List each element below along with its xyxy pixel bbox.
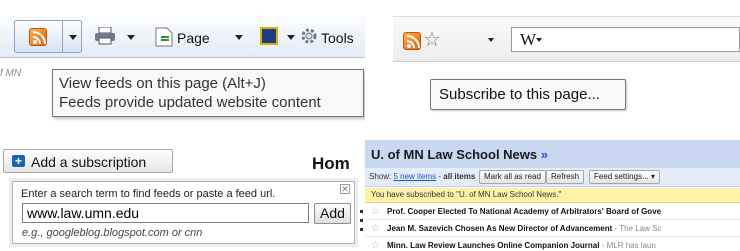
rss-feed-icon <box>29 28 47 46</box>
add-subscription-dialog: Enter a search term to find feeds or pas… <box>12 181 355 244</box>
subscribed-notice-text: You have subscribed to "U. of MN Law Sch… <box>371 190 562 199</box>
add-subscription-label: Add a subscription <box>31 154 147 170</box>
bookmark-star-icon[interactable]: ☆ <box>423 27 441 52</box>
firefox-bar-panel: ☆ W Subscribe to this page... <box>393 0 740 122</box>
mark-all-read-button[interactable]: Mark all as read <box>479 170 546 184</box>
firefox-toolbar: ☆ W <box>393 16 740 62</box>
item-title: Minn. Law Review Launches Online Compani… <box>387 241 600 250</box>
page-menu[interactable]: Page <box>177 30 210 46</box>
chevron-down-icon[interactable] <box>235 35 243 40</box>
subscribe-tooltip: Subscribe to this page... <box>430 79 626 110</box>
example-text: e.g., googleblog.blogspot.com or cnn <box>22 227 203 239</box>
refresh-button[interactable]: Refresh <box>546 170 585 184</box>
feed-header: U. of MN Law School News » <box>365 140 740 168</box>
feed-settings-button[interactable]: Feed settings... ▾ <box>589 170 660 184</box>
safety-icon[interactable] <box>260 27 278 45</box>
home-heading: Hom <box>312 154 350 173</box>
list-item[interactable]: ☆ Prof. Cooper Elected To National Acade… <box>365 204 740 220</box>
item-title: Prof. Cooper Elected To National Academy… <box>387 207 662 216</box>
chevron-down-icon[interactable] <box>287 35 295 40</box>
add-subscription-button[interactable]: + Add a subscription <box>3 149 173 173</box>
feeds-tooltip: View feeds on this page (Alt+J) Feeds pr… <box>52 69 364 117</box>
feed-title[interactable]: U. of MN Law School News » <box>371 147 548 162</box>
feed-title-arrow[interactable]: » <box>541 147 548 162</box>
rss-feed-icon[interactable] <box>403 32 421 50</box>
feed-url-input[interactable]: www.law.umn.edu <box>22 203 309 223</box>
chevron-down-icon[interactable] <box>127 35 135 40</box>
chevron-down-icon[interactable] <box>536 38 542 42</box>
item-title: Jean M. Sazevich Chosen As New Director … <box>387 224 613 233</box>
page-icon <box>155 27 173 47</box>
wikipedia-logo-icon[interactable]: W <box>520 30 536 50</box>
tooltip-line: View feeds on this page (Alt+J) <box>59 75 266 92</box>
star-icon[interactable]: ☆ <box>371 240 380 251</box>
chevron-down-icon: ▾ <box>650 172 655 181</box>
show-all-label[interactable]: all items <box>443 172 475 181</box>
plus-icon: + <box>12 155 25 167</box>
feed-toolbar: Show: 5 new items - all items Mark all a… <box>365 168 740 187</box>
subscribed-notice: You have subscribed to "U. of MN Law Sch… <box>365 188 740 203</box>
printer-icon[interactable] <box>95 26 115 45</box>
add-button[interactable]: Add <box>314 203 351 224</box>
list-item[interactable]: ☆ Jean M. Sazevich Chosen As New Directo… <box>365 221 740 237</box>
close-icon[interactable]: ✕ <box>340 184 350 194</box>
tools-menu[interactable]: Tools <box>321 30 354 46</box>
page-fragment: f MN <box>0 68 22 79</box>
feeds-button[interactable] <box>14 20 82 53</box>
chevron-down-icon[interactable] <box>488 38 494 42</box>
star-icon[interactable]: ☆ <box>371 223 380 234</box>
dialog-hint: Enter a search term to find feeds or pas… <box>21 188 276 200</box>
search-box[interactable]: W <box>511 27 740 52</box>
list-item[interactable]: ☆ Minn. Law Review Launches Online Compa… <box>365 238 740 251</box>
item-snippet: - The Law Sc <box>612 224 662 233</box>
reader-add-panel: + Add a subscription Hom Enter a search … <box>0 140 365 251</box>
star-icon[interactable]: ☆ <box>371 206 380 217</box>
ie-command-bar: Page Tools <box>0 16 365 58</box>
chevron-down-icon[interactable] <box>69 35 77 40</box>
item-snippet: - MLR has laun <box>599 241 656 250</box>
show-filter: Show: 5 new items - all items <box>369 172 476 181</box>
show-new-link[interactable]: 5 new items <box>393 172 436 181</box>
reader-feed-panel: U. of MN Law School News » Show: 5 new i… <box>365 140 740 251</box>
tooltip-line: Feeds provide updated website content <box>59 94 321 111</box>
gear-icon <box>300 27 318 45</box>
ie-toolbar-panel: Page Tools f MN View feeds on this page … <box>0 0 365 122</box>
